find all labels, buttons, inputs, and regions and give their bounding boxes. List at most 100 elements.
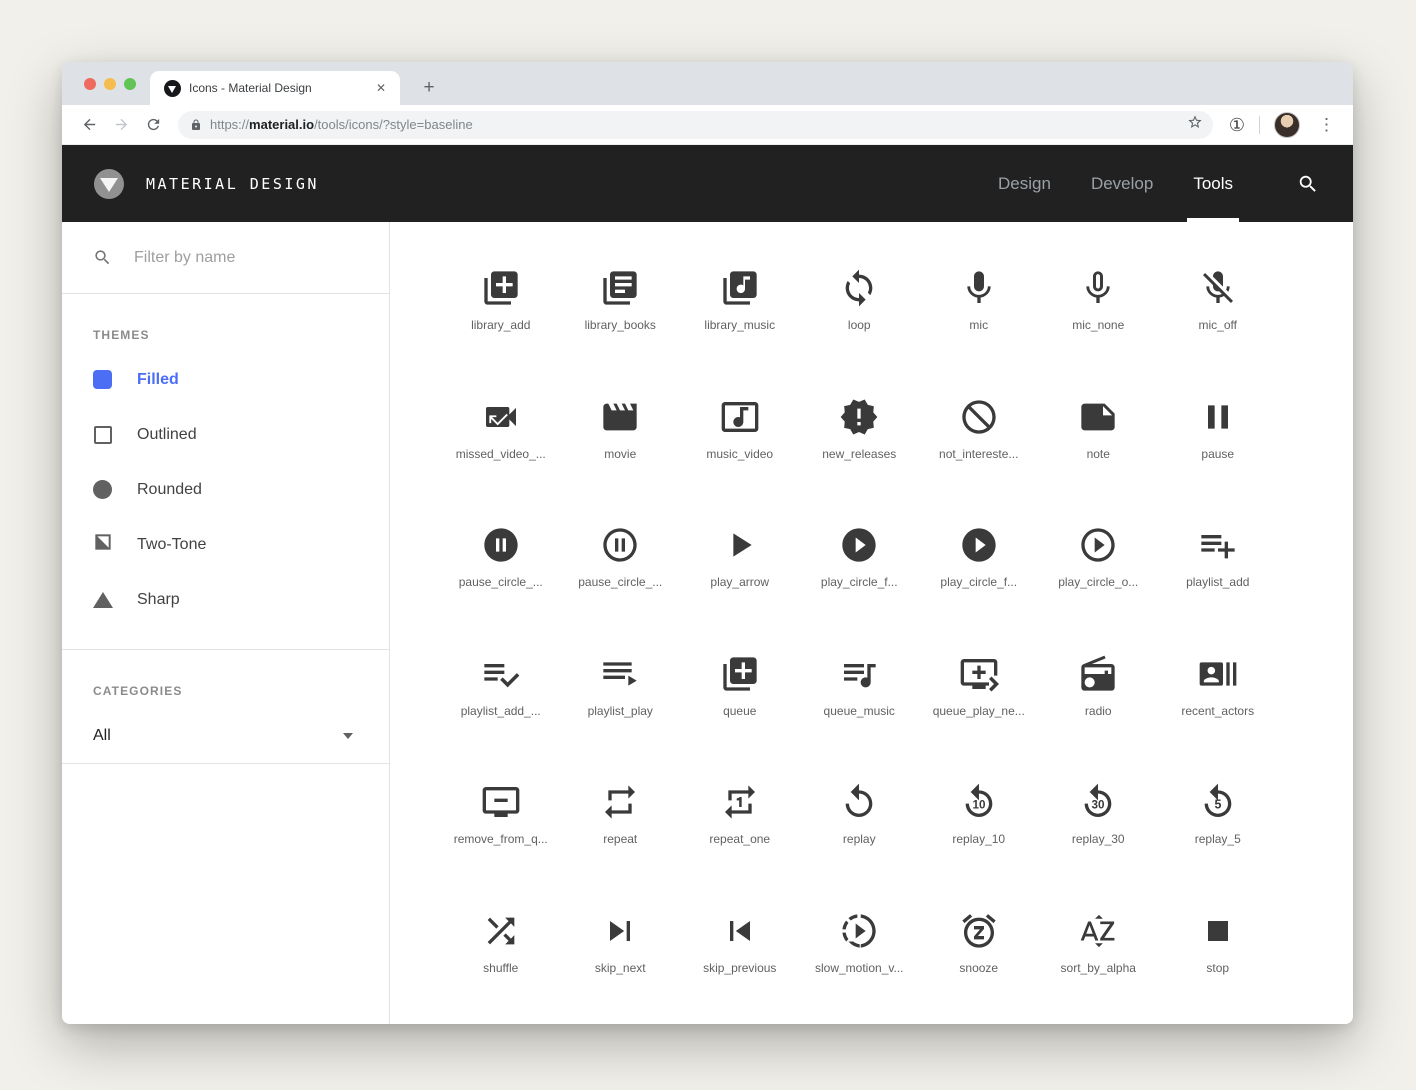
icon-cell-replay_10[interactable]: 10replay_10 — [919, 764, 1039, 893]
close-window-button[interactable] — [84, 78, 96, 90]
icon-label: snooze — [959, 961, 998, 975]
icon-cell-playlist_add_check[interactable]: playlist_add_... — [441, 636, 561, 765]
icon-cell-play_arrow[interactable]: play_arrow — [680, 507, 800, 636]
icon-label: mic_none — [1072, 318, 1124, 332]
loop-icon — [839, 268, 879, 308]
icon-cell-pause_circle_filled[interactable]: pause_circle_... — [441, 507, 561, 636]
profile-avatar[interactable] — [1274, 112, 1300, 138]
playlist-add-icon — [1198, 525, 1238, 565]
nav-item-develop[interactable]: Develop — [1071, 145, 1173, 222]
icon-cell-library_add[interactable]: library_add — [441, 250, 561, 379]
icon-cell-queue_play_next[interactable]: queue_play_ne... — [919, 636, 1039, 765]
theme-list: FilledOutlinedRoundedTwo-ToneSharp — [62, 352, 389, 627]
nav-item-design[interactable]: Design — [978, 145, 1071, 222]
zoom-window-button[interactable] — [124, 78, 136, 90]
pause-icon — [1198, 397, 1238, 437]
filter-search-icon — [93, 248, 112, 267]
icon-cell-replay_5[interactable]: 5replay_5 — [1158, 764, 1278, 893]
tab-close-icon[interactable]: ✕ — [372, 79, 390, 97]
browser-window: Icons - Material Design ✕ + https://mate… — [62, 62, 1353, 1024]
icon-cell-repeat_one[interactable]: repeat_one — [680, 764, 800, 893]
brand[interactable]: MATERIAL DESIGN — [94, 169, 319, 199]
theme-item-sharp[interactable]: Sharp — [62, 572, 389, 627]
new-tab-button[interactable]: + — [414, 73, 444, 103]
bookmark-star-icon[interactable] — [1187, 114, 1203, 135]
icon-label: playlist_add — [1186, 575, 1249, 589]
icon-cell-loop[interactable]: loop — [800, 250, 920, 379]
icon-label: pause — [1201, 447, 1234, 461]
icon-cell-play_circle_filled_white[interactable]: play_circle_f... — [919, 507, 1039, 636]
icon-label: queue_music — [824, 704, 895, 718]
icon-cell-music_video[interactable]: music_video — [680, 379, 800, 508]
icon-cell-new_releases[interactable]: new_releases — [800, 379, 920, 508]
play-circle-filled-icon — [839, 525, 879, 565]
icon-cell-playlist_play[interactable]: playlist_play — [561, 636, 681, 765]
icon-cell-slow_motion_video[interactable]: slow_motion_v... — [800, 893, 920, 1022]
browser-menu-icon[interactable]: ⋮ — [1310, 115, 1343, 135]
icon-cell-mic[interactable]: mic — [919, 250, 1039, 379]
icon-cell-playlist_add[interactable]: playlist_add — [1158, 507, 1278, 636]
icon-cell-pause[interactable]: pause — [1158, 379, 1278, 508]
icon-cell-missed_video_call[interactable]: missed_video_... — [441, 379, 561, 508]
icon-cell-queue_music[interactable]: queue_music — [800, 636, 920, 765]
icon-cell-repeat[interactable]: repeat — [561, 764, 681, 893]
theme-sharp-icon — [93, 590, 112, 609]
icon-label: queue — [723, 704, 756, 718]
minimize-window-button[interactable] — [104, 78, 116, 90]
reload-icon[interactable] — [140, 112, 166, 138]
replay-10-icon: 10 — [959, 782, 999, 822]
icon-label: shuffle — [483, 961, 518, 975]
theme-item-twotone[interactable]: Two-Tone — [62, 517, 389, 572]
icon-cell-note[interactable]: note — [1039, 379, 1159, 508]
icon-cell-skip_next[interactable]: skip_next — [561, 893, 681, 1022]
icon-cell-sort_by_alpha[interactable]: sort_by_alpha — [1039, 893, 1159, 1022]
icon-cell-play_circle_filled[interactable]: play_circle_f... — [800, 507, 920, 636]
icon-cell-library_books[interactable]: library_books — [561, 250, 681, 379]
icon-cell-stop[interactable]: stop — [1158, 893, 1278, 1022]
queue-play-next-icon — [959, 654, 999, 694]
icon-cell-queue[interactable]: queue — [680, 636, 800, 765]
icon-cell-replay_30[interactable]: 30 replay_30 — [1039, 764, 1159, 893]
icon-cell-not_interested[interactable]: not_intereste... — [919, 379, 1039, 508]
browser-tab[interactable]: Icons - Material Design ✕ — [150, 71, 400, 105]
icon-cell-replay[interactable]: replay — [800, 764, 920, 893]
icon-cell-snooze[interactable]: snooze — [919, 893, 1039, 1022]
new-releases-icon — [839, 397, 879, 437]
icon-label: loop — [848, 318, 871, 332]
forward-icon[interactable] — [108, 112, 134, 138]
appbar-search-button[interactable] — [1279, 173, 1319, 195]
icon-cell-pause_circle_outline[interactable]: pause_circle_... — [561, 507, 681, 636]
theme-item-outlined[interactable]: Outlined — [62, 407, 389, 462]
nav-item-tools[interactable]: Tools — [1173, 145, 1253, 222]
back-icon[interactable] — [76, 112, 102, 138]
svg-text:30: 30 — [1092, 799, 1105, 812]
icon-label: slow_motion_v... — [815, 961, 903, 975]
repeat-one-icon — [720, 782, 760, 822]
theme-item-rounded[interactable]: Rounded — [62, 462, 389, 517]
icon-cell-radio[interactable]: radio — [1039, 636, 1159, 765]
icon-cell-play_circle_outline[interactable]: play_circle_o... — [1039, 507, 1159, 636]
icon-label: skip_next — [595, 961, 646, 975]
icon-cell-movie[interactable]: movie — [561, 379, 681, 508]
icon-label: replay_30 — [1072, 832, 1125, 846]
icon-cell-mic_off[interactable]: mic_off — [1158, 250, 1278, 379]
icon-cell-skip_previous[interactable]: skip_previous — [680, 893, 800, 1022]
browser-toolbar: https://material.io/tools/icons/?style=b… — [62, 105, 1353, 145]
extension-icon[interactable]: ① — [1225, 116, 1249, 134]
category-selected-value: All — [93, 727, 343, 745]
filter-row — [62, 222, 389, 294]
filter-by-name-input[interactable] — [134, 249, 365, 267]
icon-cell-shuffle[interactable]: shuffle — [441, 893, 561, 1022]
icon-cell-mic_none[interactable]: mic_none — [1039, 250, 1159, 379]
icon-cell-recent_actors[interactable]: recent_actors — [1158, 636, 1278, 765]
category-dropdown[interactable]: All — [62, 708, 389, 763]
address-bar[interactable]: https://material.io/tools/icons/?style=b… — [178, 111, 1213, 139]
pause-circle-filled-icon — [481, 525, 521, 565]
theme-item-filled[interactable]: Filled — [62, 352, 389, 407]
icon-cell-remove_from_queue[interactable]: remove_from_q... — [441, 764, 561, 893]
svg-text:10: 10 — [972, 799, 985, 812]
icon-grid: library_addlibrary_bookslibrary_musicloo… — [390, 222, 1353, 1021]
icon-label: new_releases — [822, 447, 896, 461]
icon-cell-library_music[interactable]: library_music — [680, 250, 800, 379]
radio-icon — [1078, 654, 1118, 694]
